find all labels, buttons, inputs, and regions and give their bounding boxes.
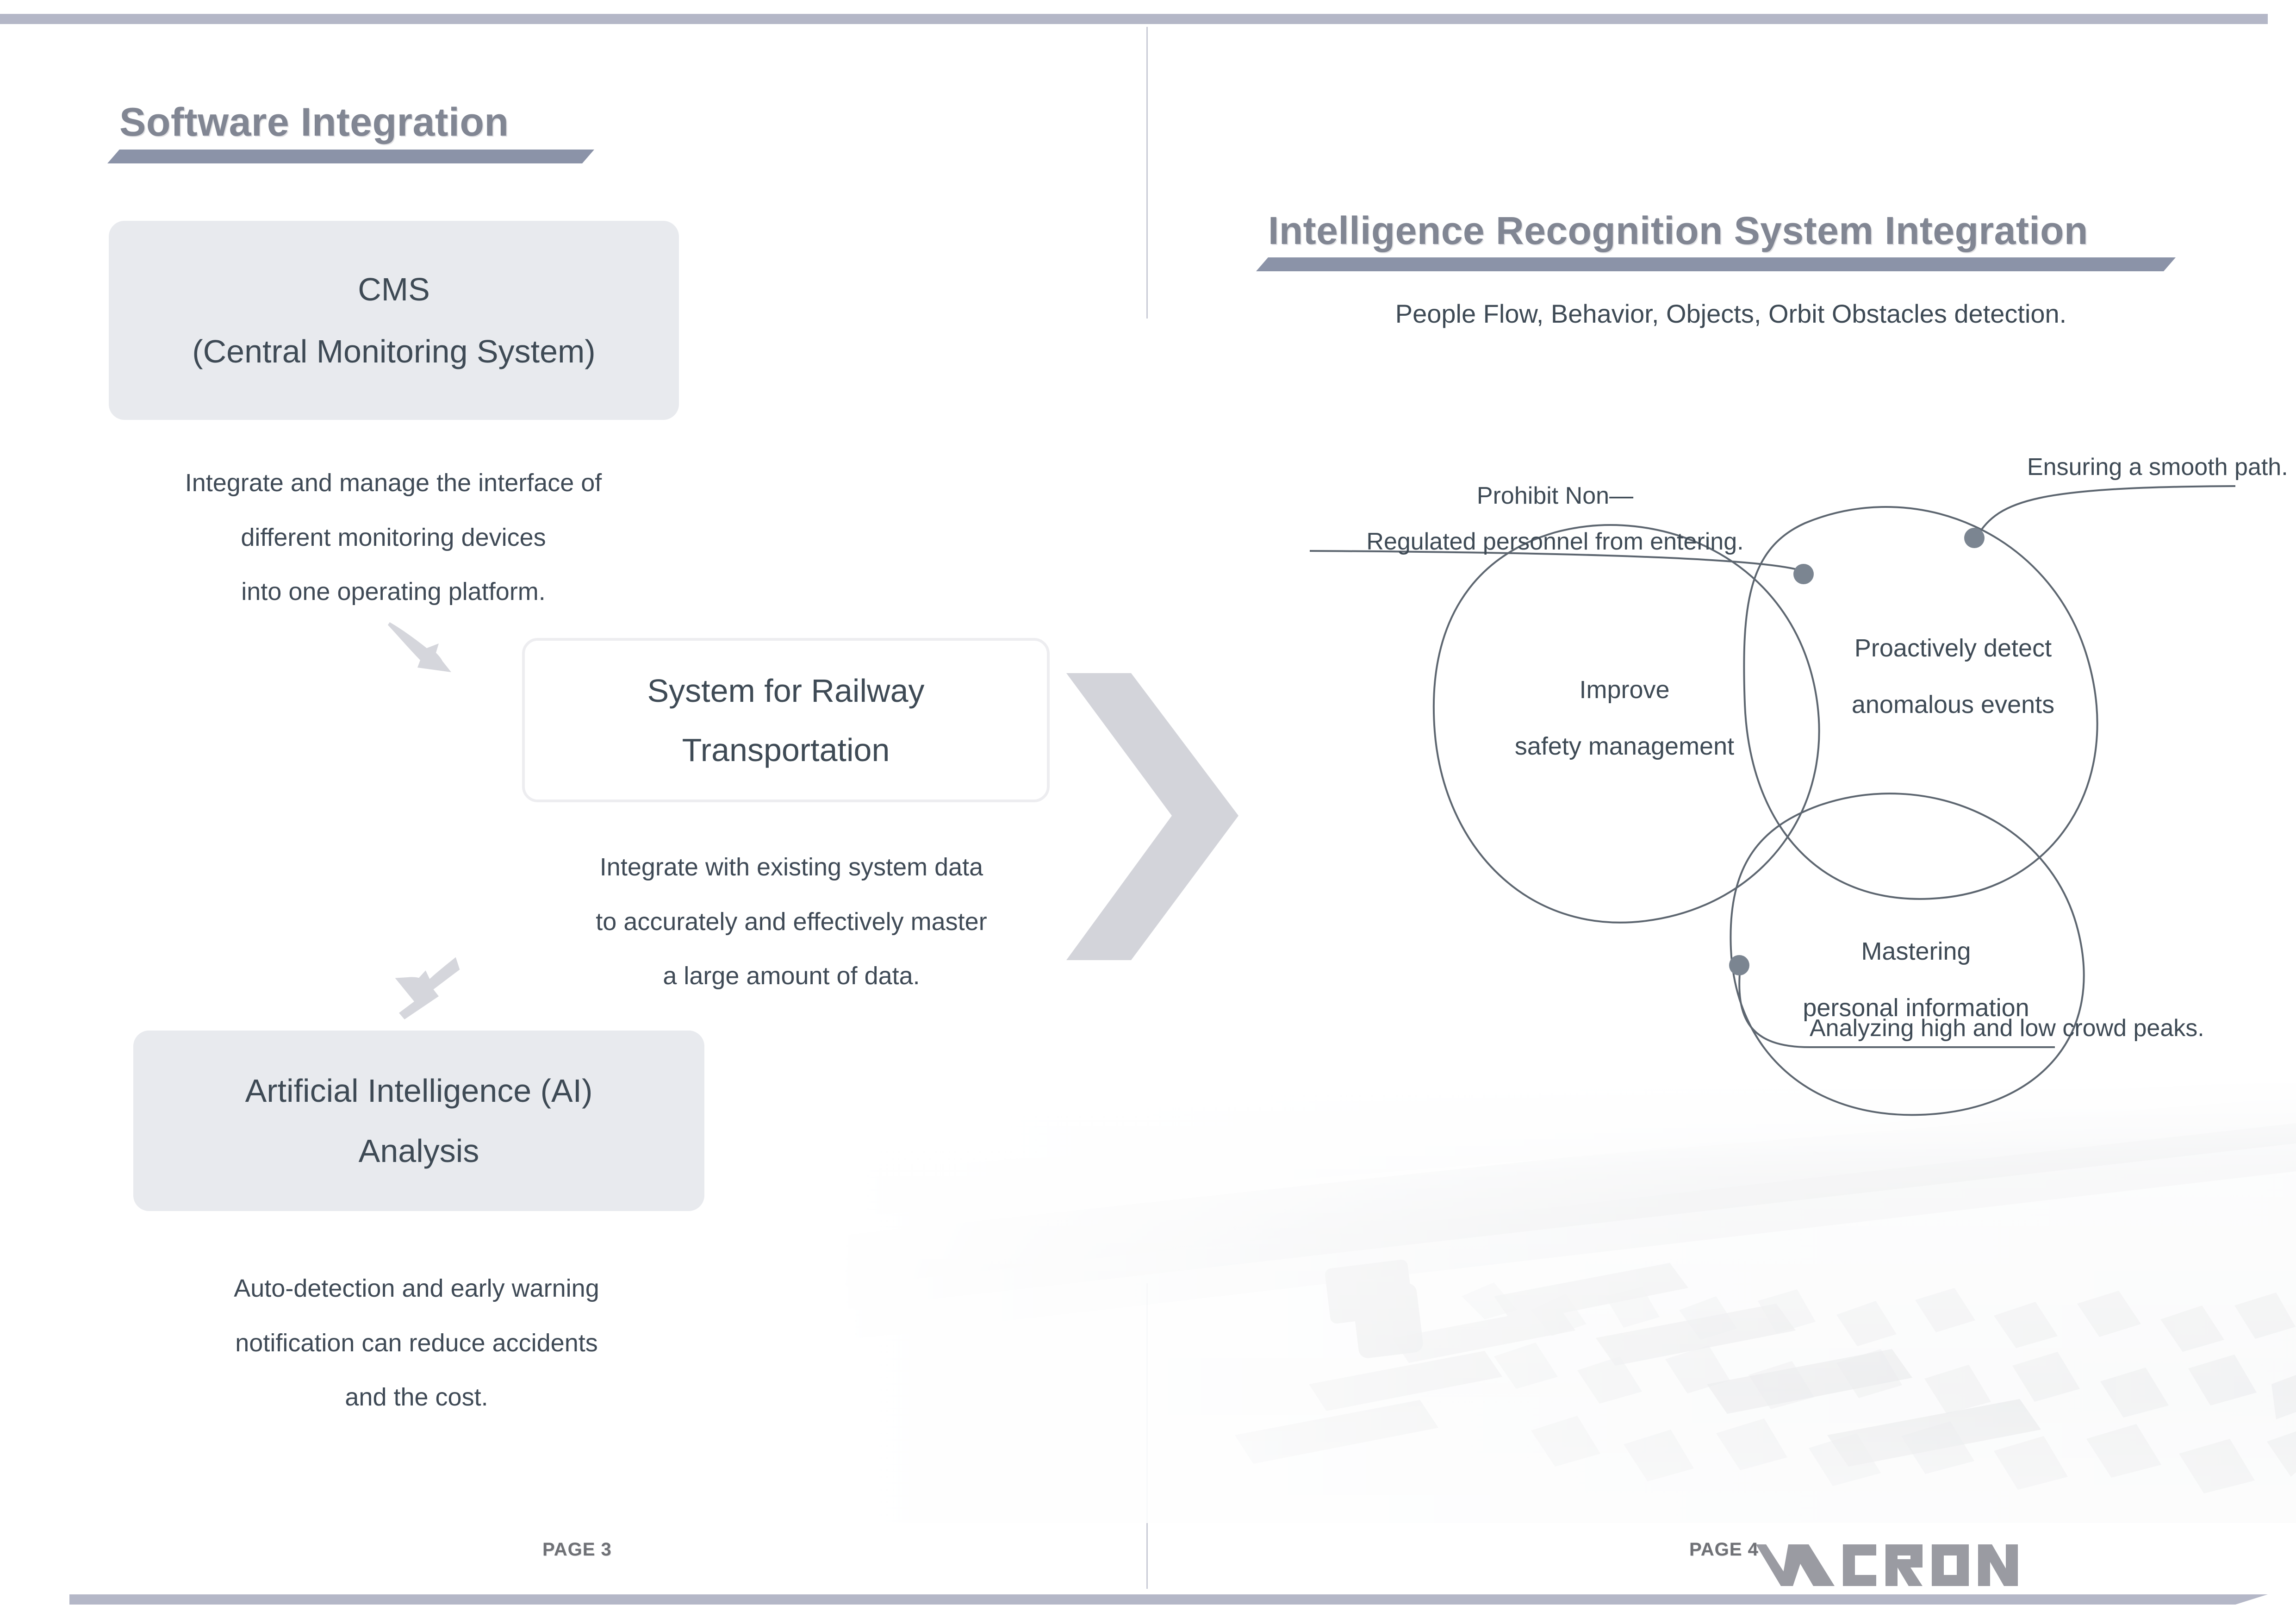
right-section-subtitle: People Flow, Behavior, Objects, Orbit Ob… xyxy=(1395,299,2067,328)
ellipse-label-proactive-detect: Proactively detect anomalous events xyxy=(1796,620,2110,733)
right-title-underline-bar xyxy=(1256,257,2176,271)
cms-box[interactable]: CMS (Central Monitoring System) xyxy=(109,221,679,420)
ai-box-line2: Analysis xyxy=(358,1133,479,1169)
cms-desc-line3: into one operating platform. xyxy=(241,578,546,606)
right-section-header: Intelligence Recognition System Integrat… xyxy=(1256,208,2176,271)
dot-marker-crowd-peaks xyxy=(1729,955,1749,975)
callout-prohibit-line2: Regulated personnel from entering. xyxy=(1366,528,1744,555)
railway-box-line2: Transportation xyxy=(682,731,890,768)
callout-prohibit-line1: Prohibit Non— xyxy=(1476,482,1634,509)
ai-box-line1: Artificial Intelligence (AI) xyxy=(245,1073,593,1109)
callout-smooth-path-line1: Ensuring a smooth path. xyxy=(2027,454,2288,481)
railway-desc-line2: to accurately and effectively master xyxy=(596,907,987,936)
railway-track-photo xyxy=(837,1079,2296,1523)
ai-desc-line2: notification can reduce accidents xyxy=(235,1329,598,1357)
leader-line-smooth-path xyxy=(1976,485,2236,537)
cms-description: Integrate and manage the interface of di… xyxy=(116,456,671,619)
callout-analyzing-crowd-peaks: Analyzing high and low crowd peaks. xyxy=(1810,1006,2204,1051)
improve-safety-line1: Improve xyxy=(1579,676,1670,704)
callout-ensuring-smooth-path: Ensuring a smooth path. xyxy=(2027,444,2288,490)
callout-prohibit-non-regulated: Prohibit Non— Regulated personnel from e… xyxy=(1310,473,1800,565)
cms-box-line1: CMS xyxy=(358,271,430,307)
ellipse-label-improve-safety: Improve safety management xyxy=(1472,662,1777,775)
proactive-detect-line2: anomalous events xyxy=(1851,690,2055,718)
top-decorative-bar xyxy=(0,14,2268,24)
slide-page: Software Integration CMS (Central Monito… xyxy=(0,0,2296,1624)
ai-description: Auto-detection and early warning notific… xyxy=(139,1262,694,1425)
vertical-divider-upper xyxy=(1146,27,1148,319)
ai-desc-line1: Auto-detection and early warning xyxy=(234,1274,599,1302)
improve-safety-line2: safety management xyxy=(1514,732,1735,760)
left-title-underline-bar xyxy=(107,150,594,163)
dot-marker-prohibit xyxy=(1793,564,1814,584)
page-number-left: PAGE 3 xyxy=(542,1539,612,1560)
ai-desc-line3: and the cost. xyxy=(345,1383,488,1412)
left-section-header: Software Integration xyxy=(107,100,594,163)
arrow-down-right-icon xyxy=(366,616,518,757)
recognition-capability-diagram: Improve safety management Proactively de… xyxy=(1203,417,2296,1125)
railway-desc-line1: Integrate with existing system data xyxy=(599,853,983,881)
railway-system-box[interactable]: System for Railway Transportation xyxy=(522,638,1050,802)
cms-desc-line1: Integrate and manage the interface of xyxy=(185,469,602,497)
proactive-detect-line1: Proactively detect xyxy=(1854,634,2052,662)
bottom-decorative-bar xyxy=(69,1594,2268,1605)
railway-desc-line3: a large amount of data. xyxy=(663,962,920,990)
ai-analysis-box[interactable]: Artificial Intelligence (AI) Analysis xyxy=(133,1031,704,1211)
railway-description: Integrate with existing system data to a… xyxy=(532,840,1051,1004)
left-section-title: Software Integration xyxy=(119,100,509,144)
cms-desc-line2: different monitoring devices xyxy=(241,523,546,551)
mastering-line1: Mastering xyxy=(1861,937,1971,965)
railway-box-line1: System for Railway xyxy=(647,672,925,709)
right-section-title: Intelligence Recognition System Integrat… xyxy=(1268,209,2088,252)
dot-marker-smooth-path xyxy=(1964,528,1985,548)
vacron-brand-logo xyxy=(1744,1542,2188,1593)
cms-box-line2: (Central Monitoring System) xyxy=(192,333,596,369)
callout-crowd-peaks-line1: Analyzing high and low crowd peaks. xyxy=(1810,1015,2204,1042)
